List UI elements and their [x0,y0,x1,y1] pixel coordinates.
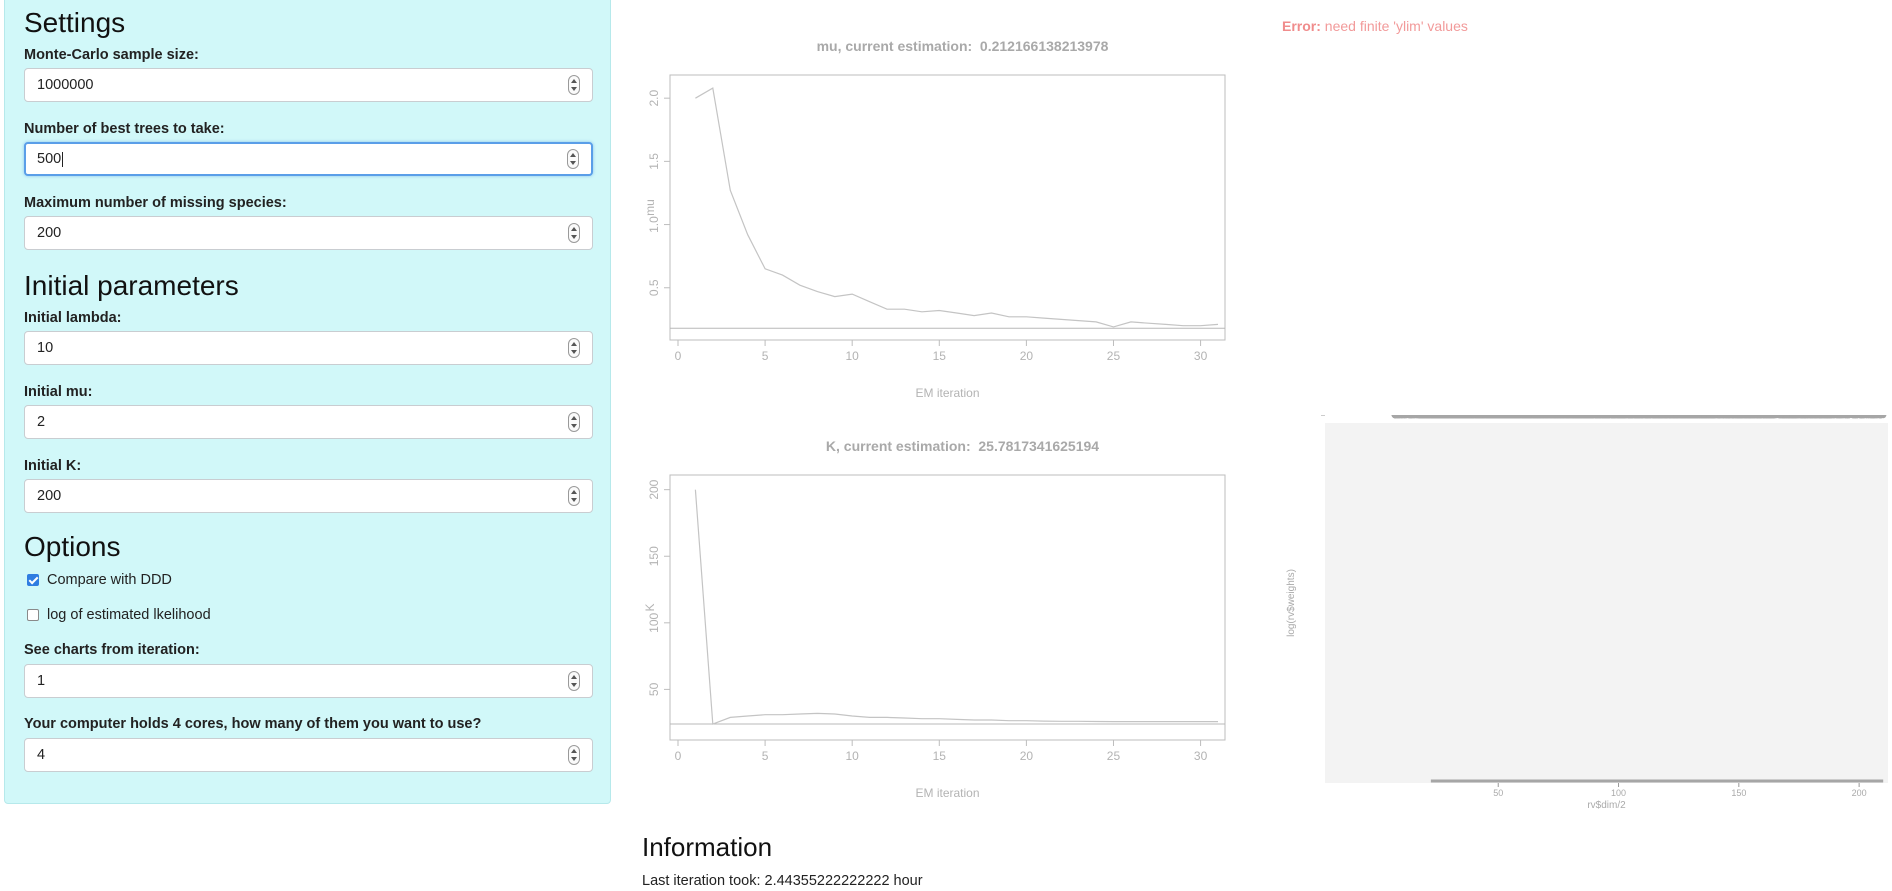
mu-chart: 0 5 10 15 20 25 30 0.5 1.0 1.5 2.0 EM iteration mu [643,74,1226,400]
information-heading: Information [642,832,773,862]
spinner-icon[interactable] [568,671,580,691]
text-cursor [62,151,64,167]
spinner-icon[interactable] [568,745,580,765]
best-trees-input[interactable]: 500 [24,142,593,176]
spinner-icon[interactable] [568,486,580,506]
x-tick-label: 200 [1852,788,1867,798]
mc-sample-size-input[interactable]: 1000000 [24,68,593,102]
x-tick-label: 15 [933,349,947,363]
initial-parameters-heading: Initial parameters [24,270,239,301]
x-tick-label: 30 [1194,349,1208,363]
y-tick-label: 50 [647,682,661,696]
compare-ddd-label: Compare with DDD [47,572,172,588]
cores-label: Your computer holds 4 cores, how many of… [24,716,482,732]
charts-from-iteration-value: 1 [37,673,46,689]
mu-chart-title: mu, current estimation: 0.21216613821397… [816,38,1109,54]
weights-scatter-plot: 0-200-400-60050100150200rv$dim/2log(rv$w… [1286,415,1888,811]
initial-lambda-label: Initial lambda: [24,310,122,326]
error-prefix: Error: [1282,18,1321,34]
series-line [694,489,1218,725]
charts-from-iteration-input[interactable]: 1 [24,664,593,698]
x-tick-label: 20 [1020,749,1034,763]
spinner-icon[interactable] [568,75,580,95]
compare-ddd-option[interactable]: Compare with DDD [27,572,172,588]
initial-mu-label: Initial mu: [24,384,93,400]
mc-sample-size-value: 1000000 [37,77,94,93]
y-tick-label: 150 [647,546,661,566]
initial-k-input[interactable]: 200 [24,479,593,513]
cores-input[interactable]: 4 [24,738,593,772]
x-tick-label: 100 [1611,788,1626,798]
plot-frame [669,74,1226,341]
log-likelihood-checkbox[interactable] [27,609,39,621]
y-tick-label: 0.5 [647,279,661,296]
x-tick-label: 10 [846,749,860,763]
x-tick-label: 150 [1731,788,1746,798]
error-message: Error: need finite 'ylim' values [1282,18,1468,34]
x-tick-label: 0 [675,749,682,763]
log-likelihood-label: log of estimated lkelihood [47,607,211,623]
y-tick-label: 2.0 [647,90,661,107]
y-tick-label: -600 [1301,415,1319,417]
x-axis-label: rv$dim/2 [1587,800,1626,811]
x-tick-label: 5 [762,349,769,363]
x-tick-label: 5 [762,749,769,763]
x-tick-label: 0 [675,349,682,363]
y-axis-label: K [643,603,657,611]
y-tick-label: 100 [647,612,661,632]
y-tick-label: 200 [647,479,661,499]
spinner-icon[interactable] [568,338,580,358]
missing-species-input[interactable]: 200 [24,216,593,250]
initial-k-value: 200 [37,488,62,504]
spinner-icon[interactable] [568,223,580,243]
x-tick-label: 10 [846,349,860,363]
best-trees-label: Number of best trees to take: [24,121,225,137]
x-tick-label: 25 [1107,349,1121,363]
initial-mu-input[interactable]: 2 [24,405,593,439]
x-tick-label: 15 [933,749,947,763]
x-axis-label: EM iteration [915,786,979,800]
options-heading: Options [24,531,121,562]
best-trees-value: 500 [37,151,62,167]
charts-from-iteration-label: See charts from iteration: [24,642,200,658]
k-chart: 0 5 10 15 20 25 30 50 100 150 200 EM iteration K [643,474,1226,800]
log-likelihood-option[interactable]: log of estimated lkelihood [27,607,211,623]
spinner-icon[interactable] [567,149,579,169]
missing-species-value: 200 [37,225,62,241]
x-tick-label: 50 [1493,788,1503,798]
k-chart-title: K, current estimation: 25.7817341625194 [825,438,1100,454]
initial-k-label: Initial K: [24,458,82,474]
initial-mu-value: 2 [37,414,46,430]
y-tick-label: 1.0 [647,216,661,233]
spinner-icon[interactable] [568,412,580,432]
cores-value: 4 [37,747,46,763]
x-tick-label: 25 [1107,749,1121,763]
x-tick-label: 20 [1020,349,1034,363]
error-text: need finite 'ylim' values [1324,18,1468,34]
scatter-points [1391,415,1887,419]
last-iteration-text: Last iteration took: 2.44355222222222 ho… [642,873,923,889]
y-axis-label: log(rv$weights) [1286,569,1297,637]
plot-frame [669,474,1226,741]
plot-panel [1325,423,1888,783]
settings-heading: Settings [24,7,126,38]
y-axis-label: mu [643,199,657,216]
missing-species-label: Maximum number of missing species: [24,195,287,211]
settings-sidebar: Settings Monte-Carlo sample size: 100000… [4,0,611,804]
compare-ddd-checkbox[interactable] [27,574,39,586]
initial-lambda-input[interactable]: 10 [24,331,593,365]
x-axis-label: EM iteration [915,386,979,400]
x-tick-label: 30 [1194,749,1208,763]
mc-sample-size-label: Monte-Carlo sample size: [24,47,199,63]
series-line [695,87,1219,328]
initial-lambda-value: 10 [37,340,54,356]
y-tick-label: 1.5 [647,153,661,170]
